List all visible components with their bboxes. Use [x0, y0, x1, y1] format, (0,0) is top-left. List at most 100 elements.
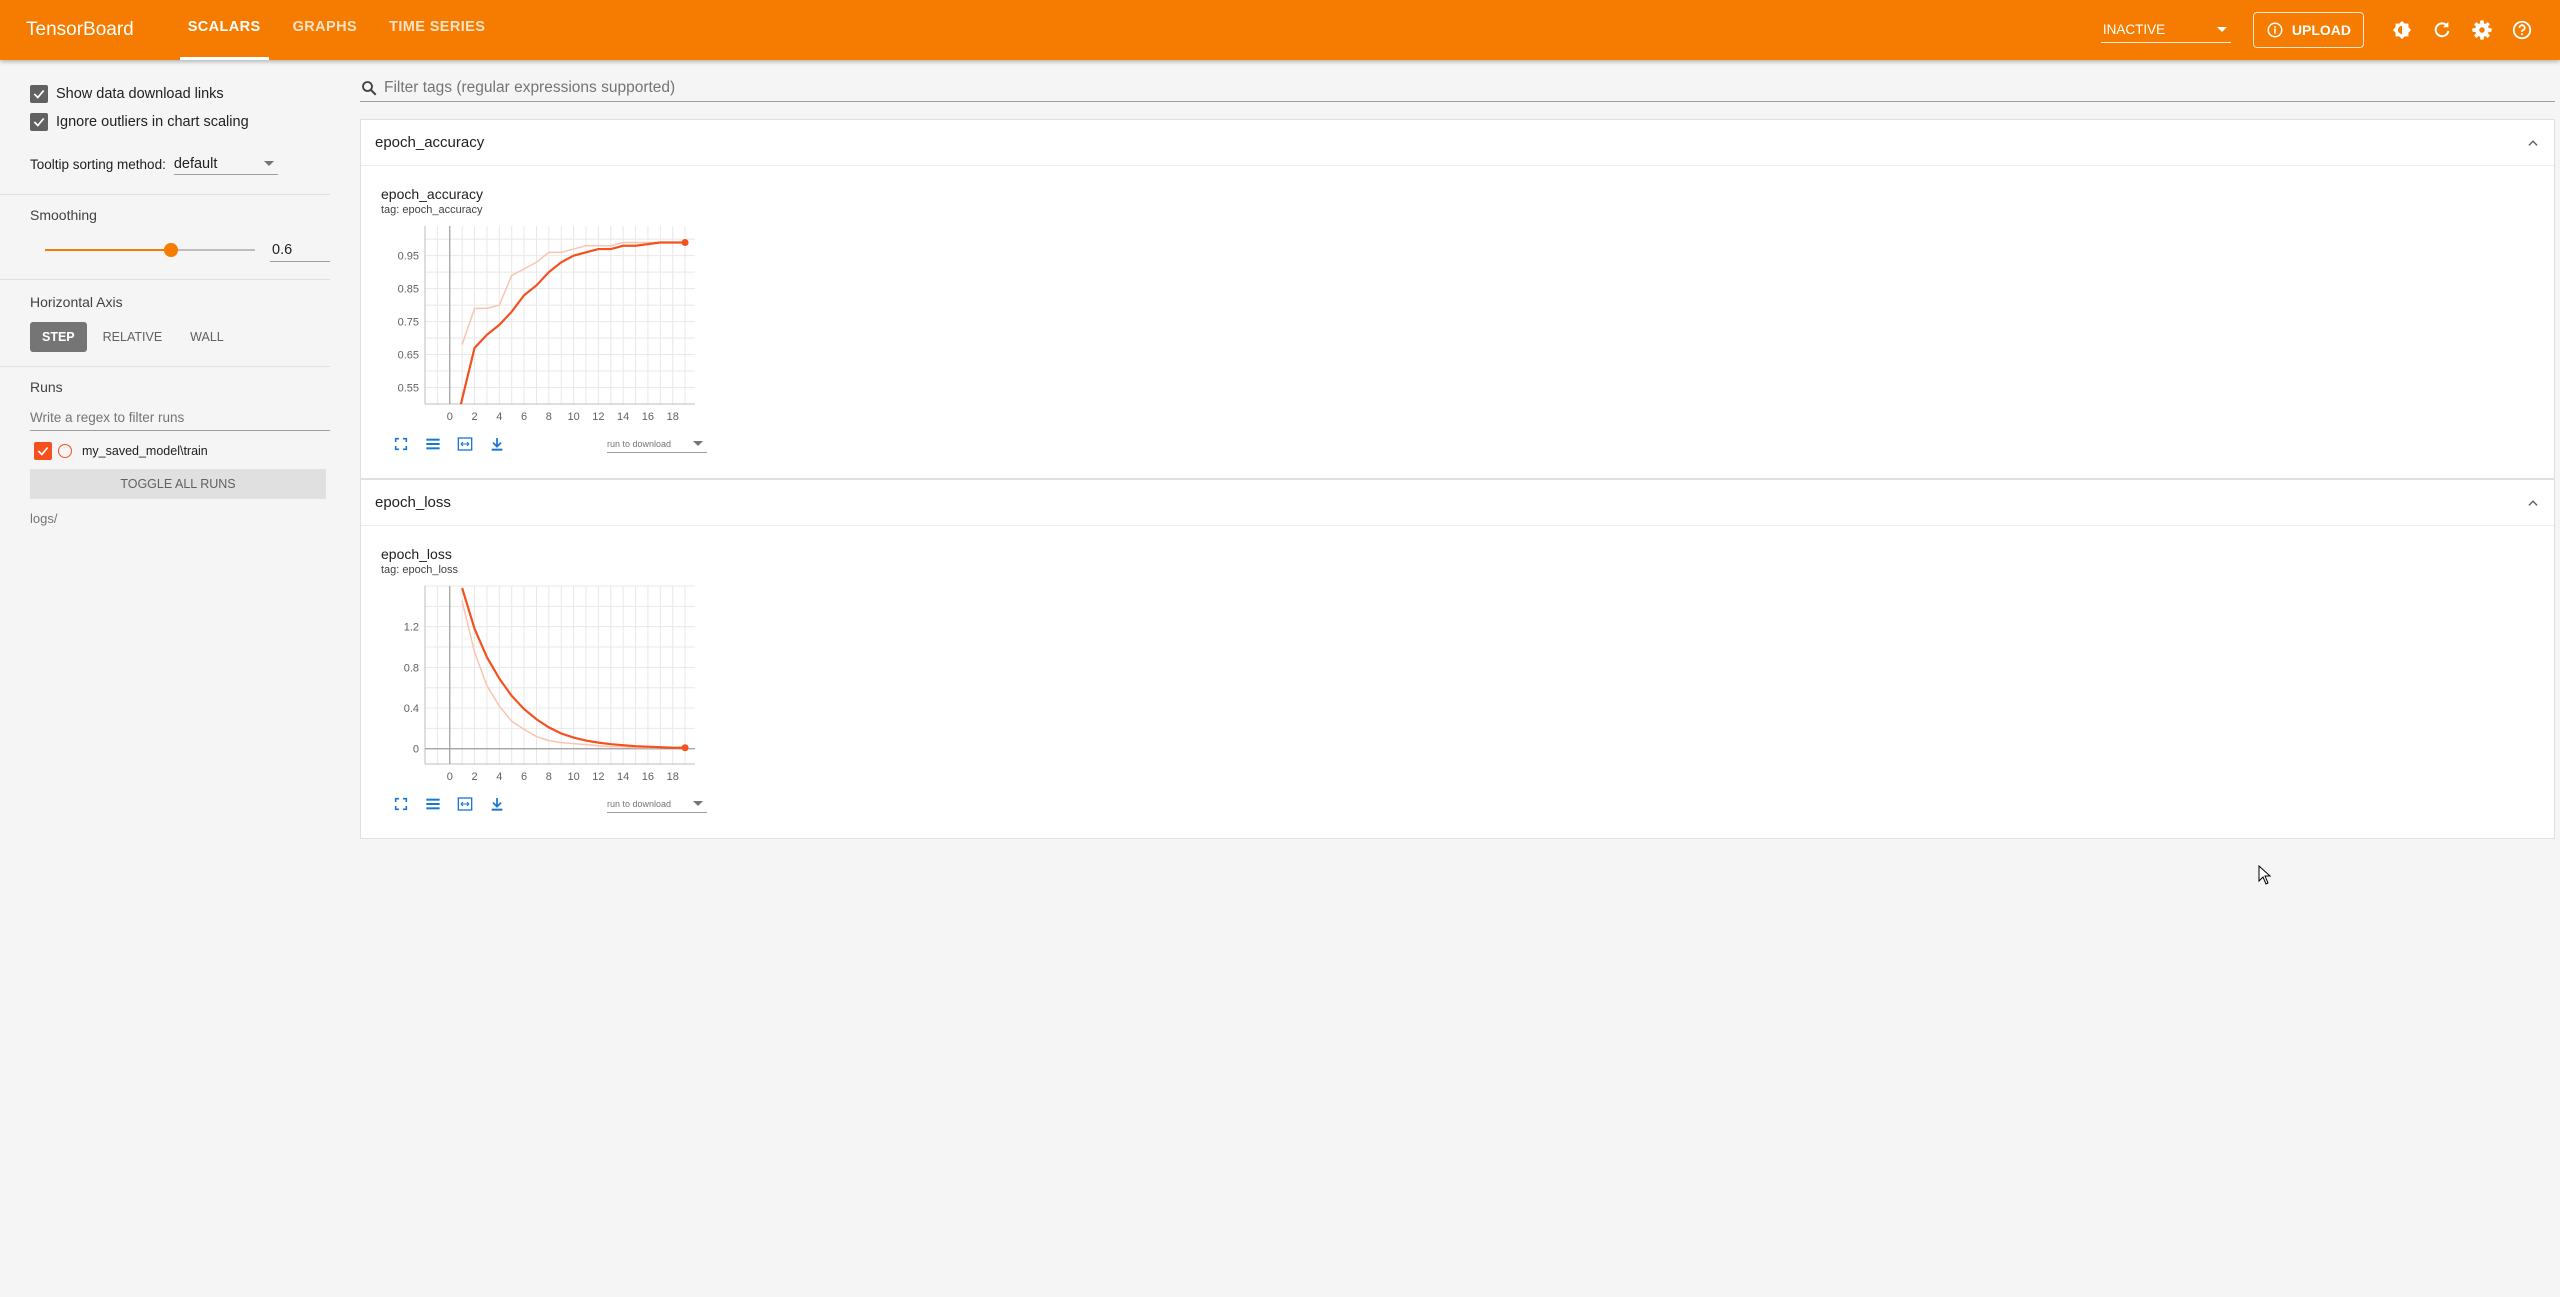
x-tick-label: 4: [496, 411, 502, 423]
show-download-links-option[interactable]: Show data download links: [0, 80, 330, 108]
fit-domain-button[interactable]: [453, 432, 477, 456]
y-tick-label: 0.4: [404, 703, 419, 715]
tab-time-series[interactable]: TIME SERIES: [381, 0, 493, 60]
check-icon: [37, 446, 49, 456]
x-tick-label: 18: [667, 411, 679, 423]
log-scale-button[interactable]: [421, 792, 445, 816]
toggle-all-runs-button[interactable]: TOGGLE ALL RUNS: [30, 469, 326, 499]
tab-scalars[interactable]: SCALARS: [179, 0, 269, 60]
x-tick-label: 0: [447, 411, 453, 423]
x-tick-label: 2: [471, 411, 477, 423]
x-tick-label: 6: [521, 771, 527, 783]
reload-button[interactable]: [2422, 10, 2462, 50]
accuracy-chart[interactable]: 0 2 4 6 8 10 12 14 16 18 0.55 0.65 0.75 0.85 0.95: [377, 222, 697, 432]
ignore-outliers-label: Ignore outliers in chart scaling: [56, 114, 249, 130]
settings-button[interactable]: [2462, 10, 2502, 50]
smoothing-title: Smoothing: [30, 207, 97, 223]
fullscreen-icon: [394, 437, 408, 451]
sidebar-divider: [0, 279, 330, 280]
y-tick-label: 0.55: [398, 383, 419, 395]
x-tick-label: 10: [567, 411, 579, 423]
chevron-down-icon: [263, 161, 274, 166]
x-tick-label: 8: [546, 771, 552, 783]
brightness-icon: [2392, 20, 2412, 40]
help-icon: [2512, 20, 2532, 40]
x-tick-label: 8: [546, 411, 552, 423]
sidebar: Show data download links Ignore outliers…: [0, 60, 330, 1297]
tag-filter[interactable]: Filter tags (regular expressions support…: [360, 74, 2555, 102]
app-logo[interactable]: TensorBoard: [26, 19, 134, 41]
log-scale-button[interactable]: [421, 432, 445, 456]
tag-group-card: epoch_accuracy epoch_accuracy tag: epoch…: [360, 119, 2555, 479]
axis-relative-button[interactable]: RELATIVE: [91, 322, 175, 352]
logdir-label: logs/: [30, 511, 58, 526]
help-button[interactable]: [2502, 10, 2542, 50]
ignore-outliers-checkbox[interactable]: [30, 113, 48, 131]
theme-toggle-button[interactable]: [2382, 10, 2422, 50]
y-tick-label: 0.75: [398, 317, 419, 329]
info-icon: [2267, 22, 2283, 38]
chart-toolbar: run to download: [389, 792, 2554, 816]
smoothing-slider-thumb[interactable]: [164, 243, 178, 257]
x-tick-label: 6: [521, 411, 527, 423]
last-point-marker: [681, 744, 689, 752]
upload-button[interactable]: UPLOAD: [2252, 12, 2364, 48]
tag-group-header[interactable]: epoch_loss: [361, 480, 2554, 526]
smoothing-slider[interactable]: [45, 243, 255, 257]
axis-wall-button[interactable]: WALL: [178, 322, 236, 352]
download-button[interactable]: [485, 792, 509, 816]
axis-step-button[interactable]: STEP: [30, 322, 87, 352]
chevron-down-icon: [693, 441, 703, 446]
chart-tag: tag: epoch_accuracy: [381, 204, 483, 216]
sidebar-divider: [0, 366, 330, 367]
smoothing-input[interactable]: 0.6: [270, 238, 330, 262]
fullscreen-button[interactable]: [389, 432, 413, 456]
run-item[interactable]: my_saved_model\train: [0, 437, 330, 465]
check-icon: [33, 117, 45, 127]
fit-to-screen-icon: [457, 797, 473, 811]
run-color-swatch[interactable]: [58, 444, 72, 458]
x-tick-label: 18: [667, 771, 679, 783]
run-download-select[interactable]: run to download: [607, 795, 707, 813]
chart-toolbar: run to download: [389, 432, 2554, 456]
horizontal-axis-title: Horizontal Axis: [30, 294, 123, 310]
x-tick-label: 12: [592, 411, 604, 423]
loss-chart[interactable]: 0 2 4 6 8 10 12 14 16 18 0 0.4 0.8 1.2: [377, 582, 697, 792]
x-tick-label: 12: [592, 771, 604, 783]
tooltip-sorting-select[interactable]: default: [173, 153, 278, 175]
refresh-icon: [2434, 21, 2450, 38]
tab-graphs[interactable]: GRAPHS: [285, 0, 365, 60]
y-tick-label: 0.85: [398, 284, 419, 296]
horizontal-axis-toggle: STEP RELATIVE WALL: [0, 322, 330, 352]
plugin-status-select[interactable]: INACTIVE: [2100, 17, 2231, 43]
fit-domain-button[interactable]: [453, 792, 477, 816]
x-tick-label: 16: [642, 771, 654, 783]
check-icon: [33, 89, 45, 99]
top-toolbar: TensorBoard SCALARS GRAPHS TIME SERIES I…: [0, 0, 2560, 60]
run-download-value: run to download: [607, 798, 672, 809]
chevron-down-icon: [2216, 27, 2227, 32]
upload-label: UPLOAD: [2291, 22, 2351, 38]
run-name: my_saved_model\train: [82, 444, 208, 458]
download-button[interactable]: [485, 432, 509, 456]
run-download-select[interactable]: run to download: [607, 435, 707, 453]
fullscreen-button[interactable]: [389, 792, 413, 816]
runs-title: Runs: [30, 379, 63, 395]
smoothed-series-line: [459, 241, 686, 405]
show-download-links-checkbox[interactable]: [30, 85, 48, 103]
run-checkbox[interactable]: [34, 442, 52, 460]
chevron-up-icon[interactable]: [2526, 136, 2540, 150]
ignore-outliers-option[interactable]: Ignore outliers in chart scaling: [0, 108, 330, 136]
search-icon: [362, 80, 377, 95]
smoothing-control: 0.6: [0, 235, 330, 265]
runs-filter-input[interactable]: Write a regex to filter runs: [30, 405, 330, 431]
chevron-up-icon[interactable]: [2526, 496, 2540, 510]
tooltip-sorting-label: Tooltip sorting method:: [30, 156, 166, 172]
download-icon: [491, 798, 503, 811]
fullscreen-icon: [394, 797, 408, 811]
mouse-cursor-icon: [2258, 865, 2272, 885]
tag-group-header[interactable]: epoch_accuracy: [361, 120, 2554, 166]
last-point-marker: [681, 238, 689, 246]
chevron-down-icon: [693, 801, 703, 806]
y-tick-label: 0.8: [404, 662, 419, 674]
